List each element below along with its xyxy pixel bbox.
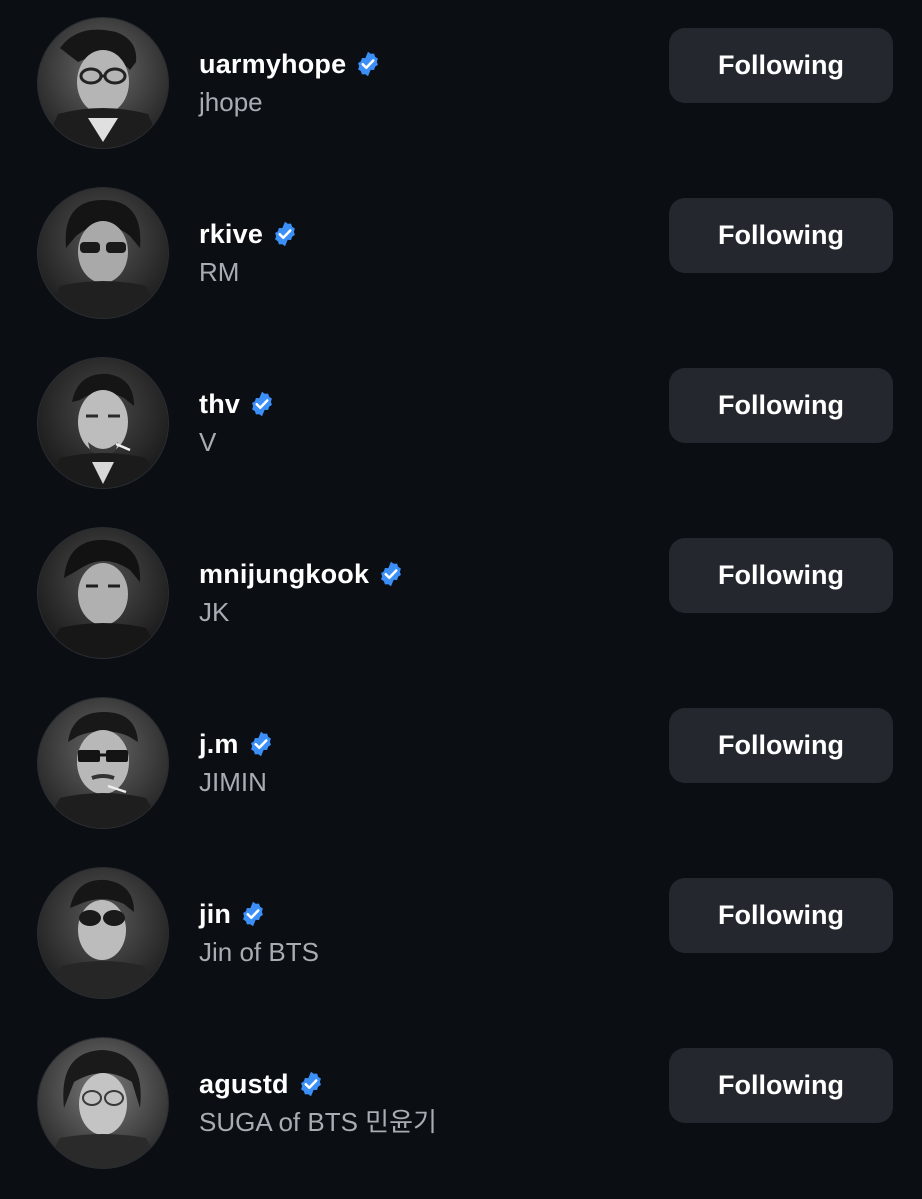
following-button[interactable]: Following [669, 878, 893, 953]
user-names: jin Jin of BTS [199, 894, 319, 970]
verified-badge-icon [243, 901, 264, 927]
following-list: uarmyhope jhope Following rkive RM Follo… [0, 0, 922, 1199]
list-item[interactable]: agustd SUGA of BTS 민윤기 Following [0, 1020, 922, 1190]
list-item[interactable]: rkive RM Following [0, 170, 922, 340]
list-item[interactable]: thv V Following [0, 340, 922, 510]
user-names: j.m JIMIN [199, 724, 275, 800]
full-name: jhope [199, 87, 263, 117]
user-names: thv V [199, 384, 276, 460]
verified-badge-icon [275, 221, 295, 247]
handle-line: mnijungkook [199, 554, 405, 594]
verified-badge-icon [252, 391, 273, 417]
username[interactable]: j.m [199, 729, 239, 760]
handle-line: uarmyhope [199, 44, 382, 84]
full-name: Jin of BTS [199, 937, 319, 967]
full-name: JIMIN [199, 767, 267, 797]
avatar[interactable] [38, 358, 168, 488]
full-name: SUGA of BTS 민윤기 [199, 1107, 437, 1137]
avatar[interactable] [38, 188, 168, 318]
username[interactable]: mnijungkook [199, 559, 369, 590]
list-item[interactable]: j.m JIMIN Following [0, 680, 922, 850]
following-button[interactable]: Following [669, 198, 893, 273]
list-item[interactable]: uarmyhope jhope Following [0, 0, 922, 170]
username[interactable]: agustd [199, 1069, 289, 1100]
following-button[interactable]: Following [669, 368, 893, 443]
following-button[interactable]: Following [669, 538, 893, 613]
avatar[interactable] [38, 528, 168, 658]
avatar[interactable] [38, 18, 168, 148]
following-button[interactable]: Following [669, 1048, 893, 1123]
full-name: JK [199, 597, 230, 627]
verified-badge-icon [381, 561, 402, 587]
handle-line: rkive [199, 214, 299, 254]
handle-line: j.m [199, 724, 275, 764]
username[interactable]: rkive [199, 219, 263, 250]
username[interactable]: thv [199, 389, 240, 420]
user-names: uarmyhope jhope [199, 44, 382, 120]
user-names: mnijungkook JK [199, 554, 405, 630]
avatar[interactable] [38, 698, 168, 828]
handle-line: agustd [199, 1064, 437, 1104]
handle-line: jin [199, 894, 319, 934]
following-button[interactable]: Following [669, 708, 893, 783]
user-names: rkive RM [199, 214, 299, 290]
list-item[interactable]: mnijungkook JK Following [0, 510, 922, 680]
full-name: RM [199, 257, 240, 287]
handle-line: thv [199, 384, 276, 424]
user-names: agustd SUGA of BTS 민윤기 [199, 1064, 437, 1140]
username[interactable]: jin [199, 899, 231, 930]
list-item[interactable]: jin Jin of BTS Following [0, 850, 922, 1020]
avatar[interactable] [38, 1038, 168, 1168]
full-name: V [199, 427, 217, 457]
verified-badge-icon [358, 51, 379, 77]
verified-badge-icon [300, 1071, 321, 1097]
following-button[interactable]: Following [669, 28, 893, 103]
avatar[interactable] [38, 868, 168, 998]
username[interactable]: uarmyhope [199, 49, 346, 80]
verified-badge-icon [250, 731, 271, 757]
